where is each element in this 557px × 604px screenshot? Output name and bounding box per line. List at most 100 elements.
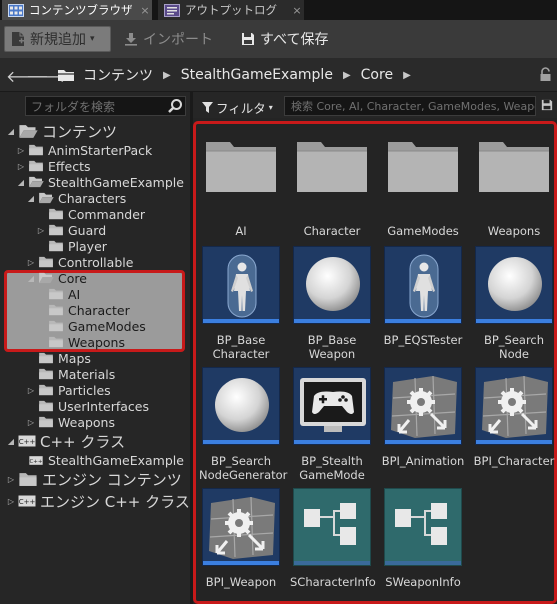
tree-item[interactable]: Character [36, 302, 130, 318]
folder-tile[interactable]: AI [202, 130, 282, 238]
tree-item[interactable]: Player [36, 238, 107, 254]
asset-grid: AI Character GameModes Weapons BP_Base Charac… [193, 121, 557, 604]
tree-item[interactable]: ▷ Guard [36, 222, 106, 238]
folder-icon [49, 336, 63, 348]
collapsed-arrow-icon[interactable]: ▷ [26, 386, 36, 395]
asset-tile[interactable]: SWeaponInfo [384, 488, 464, 589]
collapsed-arrow-icon[interactable]: ▷ [26, 258, 36, 267]
collapsed-arrow-icon[interactable]: ▷ [36, 226, 46, 235]
asset-tile[interactable]: BPI_Animation [382, 367, 464, 468]
new-file-icon [12, 32, 24, 46]
expanded-arrow-icon[interactable]: ◢ [6, 127, 16, 136]
structure-icon [304, 503, 356, 545]
tree-item[interactable]: C++ StealthGameExample [16, 452, 184, 468]
asset-name: SCharacterInfo [290, 575, 376, 589]
tree-item[interactable]: ▷ Particles [26, 382, 111, 398]
folder-tile[interactable]: GameModes [384, 130, 464, 238]
folder-icon [49, 288, 63, 300]
asset-thumbnail [384, 488, 462, 566]
asset-tile[interactable]: BP_Search Node [475, 246, 555, 361]
tab-output-log[interactable]: アウトプットログ × [158, 0, 304, 20]
folder-tile[interactable]: Character [293, 130, 373, 238]
expanded-arrow-icon[interactable]: ◢ [26, 274, 36, 283]
expanded-arrow-icon[interactable]: ◢ [6, 437, 16, 446]
tree-item[interactable]: Weapons [36, 334, 125, 350]
asset-tile[interactable]: BPI_Character [474, 367, 555, 468]
save-search-icon[interactable] [541, 99, 553, 111]
asset-header: フィルタ ▾ 検索 Core, AI, Character, GameModes… [193, 92, 557, 118]
add-new-button[interactable]: 新規追加 ▾ [4, 26, 111, 52]
tree-item-label: Player [68, 238, 107, 254]
folder-icon [39, 384, 53, 396]
tree-item[interactable]: Maps [26, 350, 91, 366]
tree-item-label: GameModes [68, 318, 146, 334]
tree-item[interactable]: Materials [26, 366, 115, 382]
tree-item[interactable]: ▷ Weapons [26, 414, 115, 430]
tree-item[interactable]: ▷ AnimStarterPack [16, 142, 152, 158]
tree-item[interactable]: ▷ Controllable [26, 254, 134, 270]
folder-icon [29, 144, 43, 156]
tree-item[interactable]: ▷ エンジン コンテンツ [6, 470, 182, 489]
asset-thumbnail [202, 367, 280, 445]
expanded-arrow-icon[interactable]: ◢ [26, 194, 36, 203]
filter-button[interactable]: フィルタ ▾ [202, 98, 273, 117]
asset-tile[interactable]: BP_Base Character [202, 246, 282, 361]
tree-item[interactable]: ◢ コンテンツ [6, 122, 118, 141]
asset-name: AI [235, 224, 247, 238]
chevron-down-icon: ▾ [268, 103, 273, 112]
tree-item[interactable]: ◢ C++ C++ クラス [6, 432, 125, 451]
lock-icon[interactable] [539, 67, 552, 82]
asset-search-placeholder: 検索 Core, AI, Character, GameModes, Weapo… [291, 100, 536, 113]
asset-tile[interactable]: BPI_Weapon [202, 488, 282, 589]
tree-item[interactable]: Commander [36, 206, 145, 222]
folder-search-placeholder: フォルダを検索 [31, 99, 116, 114]
chevron-down-icon: ▾ [90, 34, 95, 44]
tree-item[interactable]: ▷ C++ エンジン C++ クラス [6, 492, 190, 511]
collapsed-arrow-icon[interactable]: ▷ [16, 146, 26, 155]
tree-item-label: Maps [58, 350, 91, 366]
tree-item-label: Controllable [58, 254, 134, 270]
tree-item[interactable]: ◢ Characters [26, 190, 126, 206]
breadcrumb-item-project[interactable]: StealthGameExample [181, 67, 333, 83]
asset-thumbnail [384, 130, 462, 208]
chevron-right-icon[interactable]: ▶ [403, 70, 411, 81]
collapsed-arrow-icon[interactable]: ▷ [6, 497, 16, 506]
asset-tile[interactable]: SCharacterInfo [290, 488, 376, 589]
folder-search-input[interactable]: フォルダを検索 [25, 96, 186, 116]
folder-icon [29, 160, 43, 172]
tree-item[interactable]: GameModes [36, 318, 146, 334]
tree-item-label: UserInterfaces [58, 398, 149, 414]
blueprint-interface-icon [391, 375, 457, 438]
import-button[interactable]: インポート [124, 29, 213, 49]
asset-search-input[interactable]: 検索 Core, AI, Character, GameModes, Weapo… [284, 96, 536, 116]
tree-item[interactable]: ▷ Effects [16, 158, 91, 174]
expanded-arrow-icon[interactable]: ◢ [16, 178, 26, 187]
asset-tile[interactable]: BP_Search NodeGenerator [199, 367, 287, 482]
breadcrumb-item-core[interactable]: Core [361, 67, 393, 83]
breadcrumb-item-content[interactable]: コンテンツ [83, 65, 153, 85]
collapsed-arrow-icon[interactable]: ▷ [6, 475, 16, 484]
cpp-class-icon: C++ [18, 495, 36, 507]
asset-thumbnail [384, 367, 462, 445]
collapsed-arrow-icon[interactable]: ▷ [26, 418, 36, 427]
tree-item[interactable]: UserInterfaces [26, 398, 149, 414]
folder-icon [29, 176, 44, 188]
search-icon[interactable] [167, 98, 183, 114]
asset-tile[interactable]: BP_EQSTester [384, 246, 464, 347]
asset-type-stripe [385, 440, 461, 444]
tree-item[interactable]: ◢ Core [26, 270, 87, 286]
cpp-class-icon: C++ [29, 455, 43, 464]
folder-tile[interactable]: Weapons [475, 130, 555, 238]
asset-tile[interactable]: BP_Base Weapon [293, 246, 373, 361]
folder-icon [19, 472, 37, 486]
tree-item-label: コンテンツ [42, 122, 118, 141]
close-icon[interactable]: × [290, 4, 304, 17]
tree-item[interactable]: AI [36, 286, 80, 302]
close-icon[interactable]: × [138, 4, 152, 17]
tab-content-browser[interactable]: コンテンツブラウザ × [2, 0, 152, 20]
asset-thumbnail [475, 130, 553, 208]
save-all-button[interactable]: すべて保存 [241, 29, 328, 49]
collapsed-arrow-icon[interactable]: ▷ [16, 162, 26, 171]
tree-item[interactable]: ◢ StealthGameExample [16, 174, 184, 190]
asset-tile[interactable]: BP_Stealth GameMode [293, 367, 373, 482]
